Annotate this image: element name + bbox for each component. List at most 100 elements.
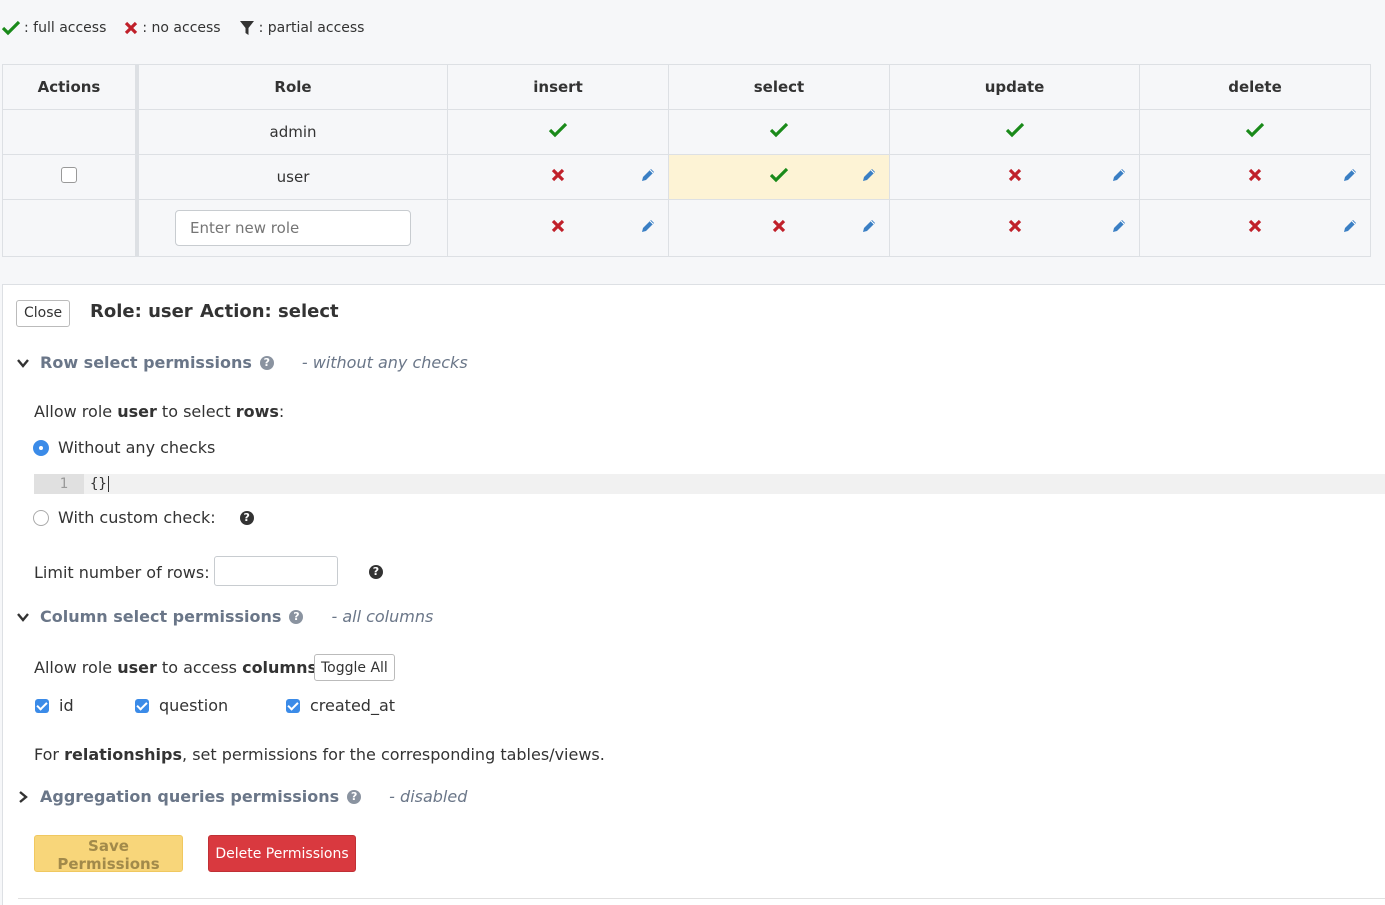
legend-full-label: : full access: [24, 20, 107, 36]
header-delete: delete: [1139, 64, 1371, 110]
column-checkbox-question[interactable]: question: [135, 696, 228, 715]
perm-cell-select[interactable]: [668, 109, 890, 155]
legend-partial-label: : partial access: [258, 20, 365, 36]
perm-cell-delete[interactable]: [1139, 154, 1371, 200]
chevron-down-icon: [17, 612, 29, 622]
perm-cell-delete[interactable]: [1139, 109, 1371, 155]
header-select: select: [668, 64, 890, 110]
table-row: admin: [2, 109, 1371, 155]
option-custom-check[interactable]: With custom check: ?: [33, 508, 254, 527]
aggregation-note: - disabled: [389, 787, 468, 806]
rel-prefix: For: [34, 745, 65, 764]
permissions-table: Actions Role insert select update delete…: [2, 64, 1371, 257]
checkbox-checked[interactable]: [286, 698, 300, 713]
pencil-icon[interactable]: [1111, 167, 1127, 183]
pencil-icon[interactable]: [1342, 167, 1358, 183]
panel-role-header: Role: user: [90, 301, 193, 322]
perm-cell-update[interactable]: [889, 109, 1140, 155]
allow-prefix: Allow role: [34, 658, 118, 677]
role-cell: admin: [136, 109, 448, 155]
check-icon: [2, 20, 20, 36]
header-actions: Actions: [2, 64, 139, 110]
rel-suffix: , set permissions for the corresponding …: [182, 745, 605, 764]
allow-prefix: Allow role: [34, 402, 118, 421]
cross-icon: [125, 21, 138, 35]
new-role-cell: [136, 199, 448, 257]
new-role-input[interactable]: [175, 210, 411, 246]
perm-cell-delete[interactable]: [1139, 199, 1371, 257]
close-button[interactable]: Close: [16, 300, 71, 327]
pencil-icon[interactable]: [861, 167, 877, 183]
row-select-checkbox[interactable]: [61, 167, 77, 183]
row-permissions-title: Row select permissions: [40, 353, 252, 372]
help-icon[interactable]: ?: [369, 565, 383, 579]
pencil-icon[interactable]: [640, 167, 656, 183]
row-permissions-toggle[interactable]: Row select permissions ? - without any c…: [16, 353, 468, 372]
cross-icon: [1008, 168, 1021, 182]
radio-custom-check[interactable]: [33, 509, 49, 526]
radio-without-checks[interactable]: [33, 439, 49, 456]
column-permissions-title: Column select permissions: [40, 607, 282, 626]
table-row-new-role: [2, 199, 1371, 257]
editor-line-number: 1: [34, 474, 84, 494]
help-icon[interactable]: ?: [259, 355, 274, 370]
save-permissions-button[interactable]: Save Permissions: [34, 835, 183, 873]
perm-cell-insert[interactable]: [447, 154, 669, 200]
role-cell: user: [136, 154, 448, 200]
perm-cell-update[interactable]: [889, 199, 1140, 257]
row-permissions-note: - without any checks: [301, 353, 468, 372]
help-icon[interactable]: ?: [239, 510, 254, 525]
pencil-icon[interactable]: [640, 218, 656, 234]
check-icon: [1005, 122, 1024, 138]
limit-rows-input[interactable]: [214, 556, 338, 586]
checkbox-checked[interactable]: [35, 698, 49, 713]
column-permissions-toggle[interactable]: Column select permissions ? - all column…: [16, 607, 433, 626]
perm-cell-insert[interactable]: [447, 109, 669, 155]
cross-icon: [551, 168, 565, 182]
relationships-note: For relationships, set permissions for t…: [34, 745, 605, 764]
toggle-all-button[interactable]: Toggle All: [314, 654, 395, 681]
access-legend: : full access : no access : partial acce…: [2, 16, 382, 40]
check-icon: [769, 122, 789, 138]
header-role: Role: [136, 64, 448, 110]
header-update: update: [889, 64, 1140, 110]
table-header-row: Actions Role insert select update delete: [2, 64, 1371, 110]
column-checkbox-created-at[interactable]: created_at: [286, 696, 395, 715]
perm-cell-update[interactable]: [889, 154, 1140, 200]
row-actions: [2, 109, 139, 155]
checkbox-checked[interactable]: [135, 698, 149, 713]
perm-cell-insert[interactable]: [447, 199, 669, 257]
rel-bold: relationships: [64, 745, 183, 764]
chevron-right-icon: [19, 790, 28, 803]
pencil-icon[interactable]: [861, 218, 877, 234]
cross-icon: [1248, 168, 1262, 182]
perm-cell-select[interactable]: [668, 154, 890, 200]
column-checkbox-id[interactable]: id: [35, 696, 74, 715]
check-icon: [769, 167, 789, 183]
filter-icon: [239, 21, 254, 35]
help-icon[interactable]: ?: [289, 609, 304, 624]
aggregation-title: Aggregation queries permissions: [40, 787, 340, 806]
editor-code[interactable]: {}: [90, 476, 109, 492]
help-icon[interactable]: ?: [347, 789, 362, 804]
panel-action-header: Action: select: [200, 301, 339, 322]
delete-permissions-button[interactable]: Delete Permissions: [208, 835, 356, 872]
cross-icon: [1248, 219, 1262, 233]
row-actions: [2, 199, 139, 257]
check-icon: [548, 122, 568, 138]
allow-mid: to access: [156, 658, 243, 677]
column-label: created_at: [310, 696, 396, 715]
perm-cell-select[interactable]: [668, 199, 890, 257]
legend-none-label: : no access: [142, 20, 221, 36]
option-without-checks[interactable]: Without any checks: [33, 438, 215, 457]
aggregation-permissions-toggle[interactable]: Aggregation queries permissions ? - disa…: [16, 787, 467, 806]
legend-partial: : partial access: [239, 20, 365, 36]
legend-full: : full access: [2, 20, 106, 36]
cross-icon: [772, 219, 786, 233]
chevron-down-icon: [17, 358, 29, 368]
cross-icon: [551, 219, 565, 233]
pencil-icon[interactable]: [1342, 218, 1358, 234]
check-icon: [1245, 122, 1265, 138]
pencil-icon[interactable]: [1111, 218, 1127, 234]
code-editor[interactable]: 1 {}: [34, 474, 1385, 494]
